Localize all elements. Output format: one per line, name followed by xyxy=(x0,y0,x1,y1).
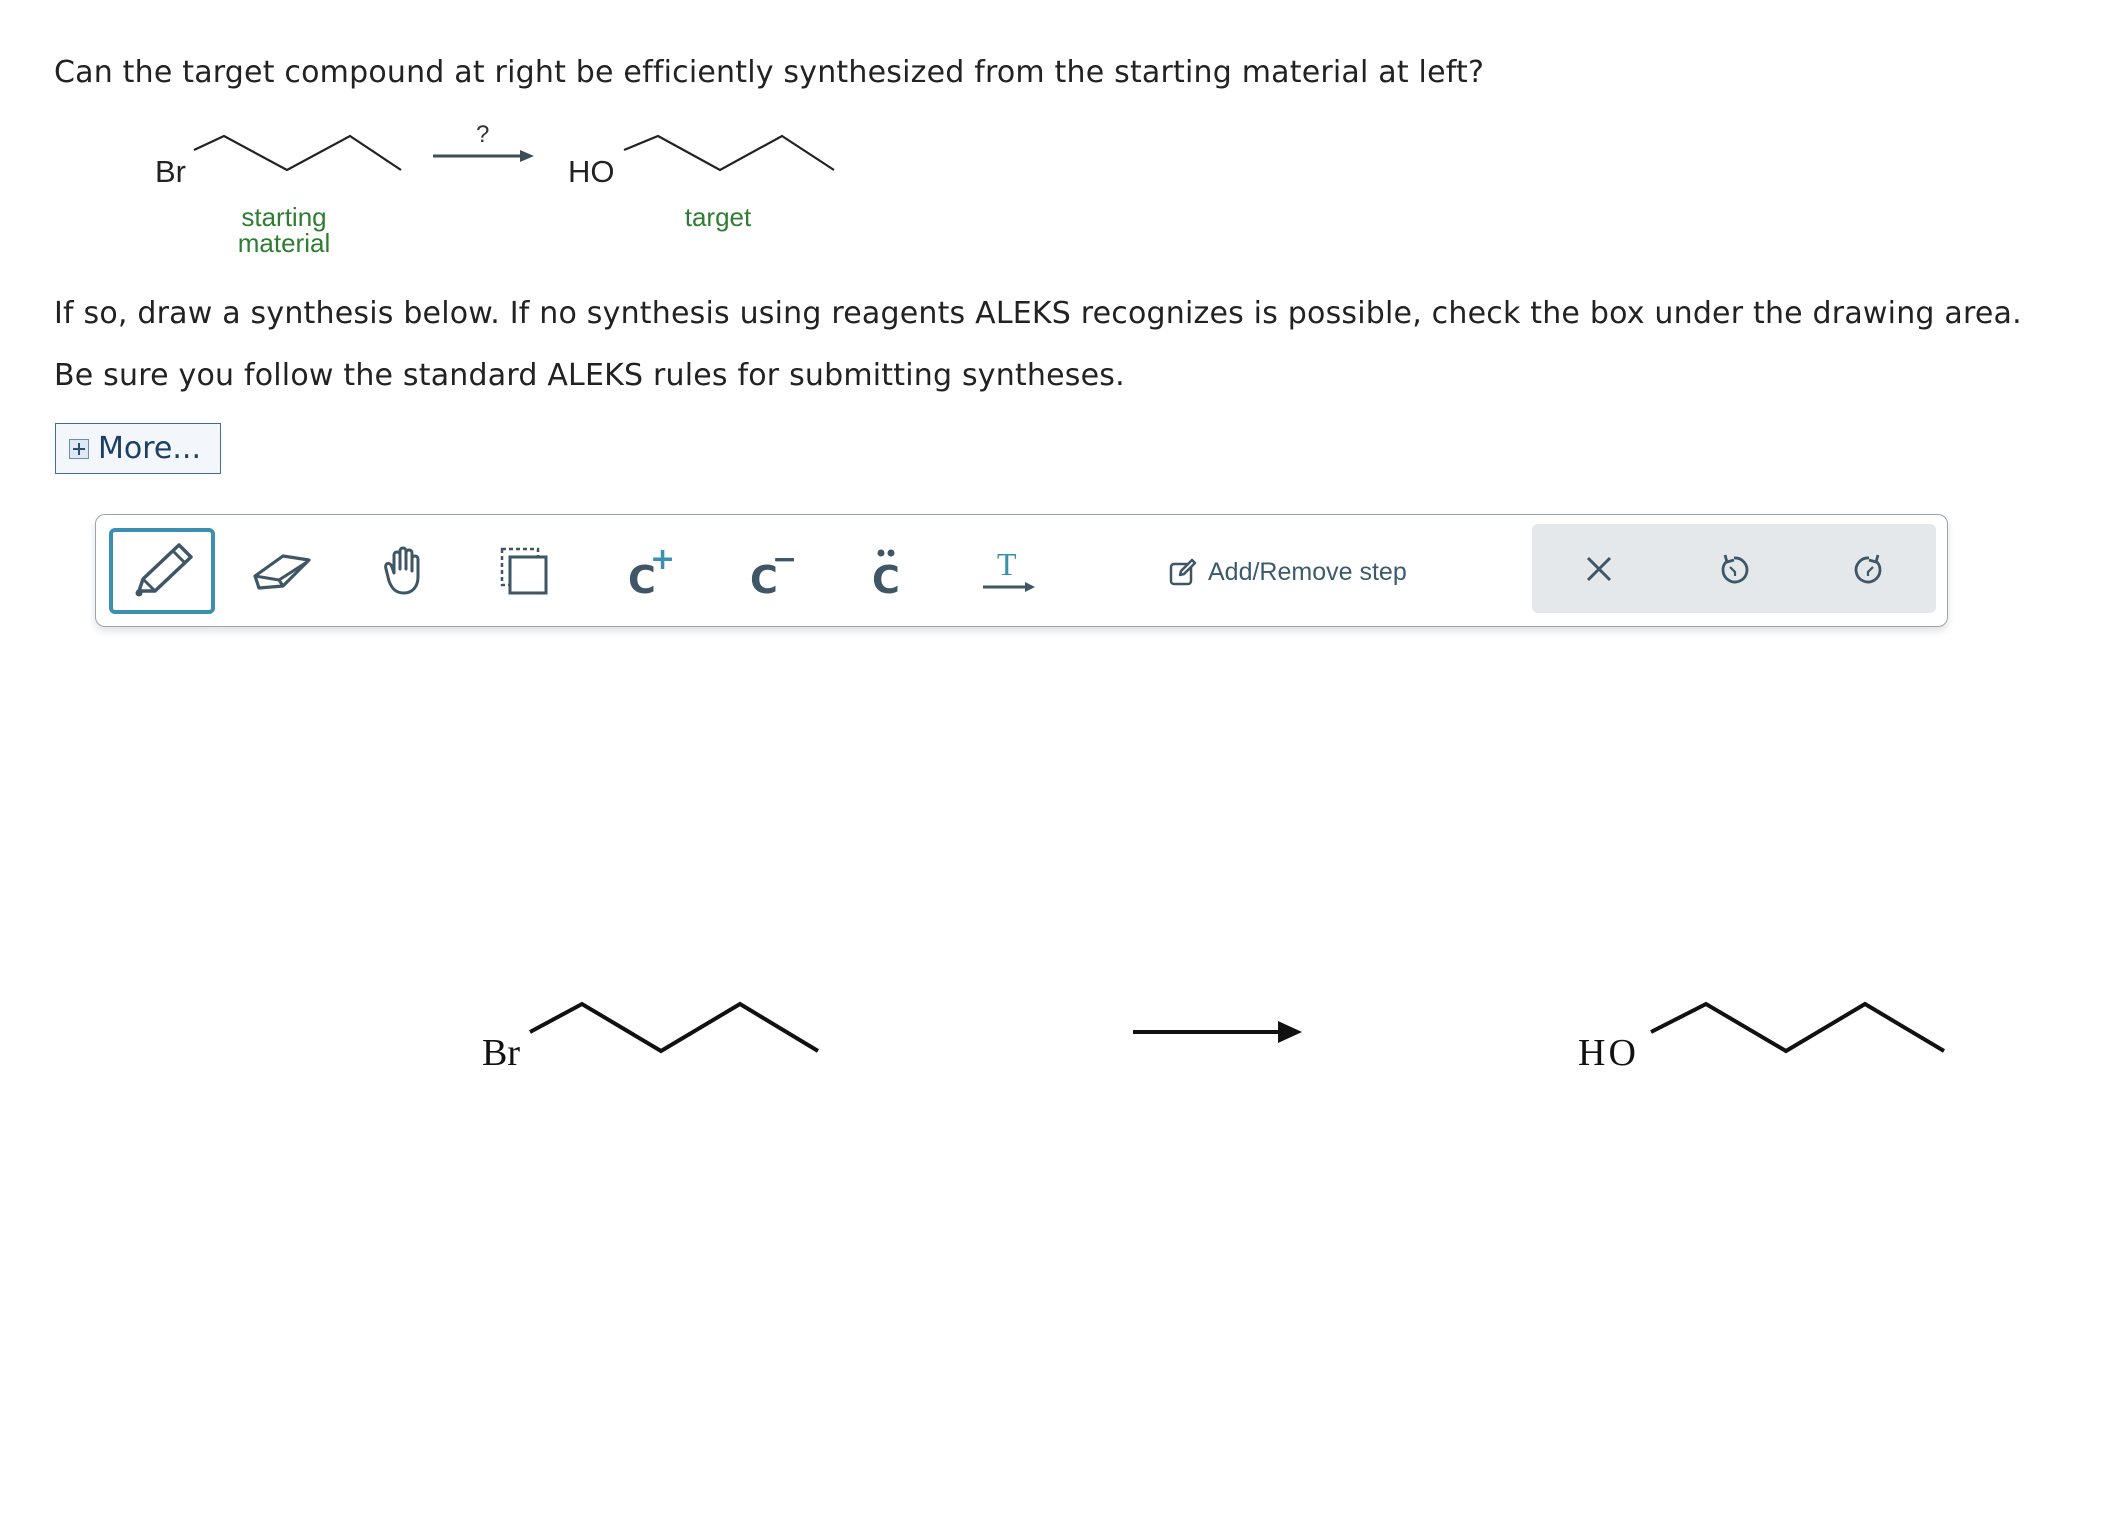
hand-icon xyxy=(384,546,420,595)
more-button-label: More... xyxy=(98,431,201,466)
hand-tool[interactable] xyxy=(351,528,457,614)
carbocation-tool[interactable]: C + xyxy=(593,528,699,614)
target-atom-label: HO xyxy=(568,154,615,189)
svg-text:T: T xyxy=(997,546,1017,582)
more-button[interactable]: More... xyxy=(55,423,221,474)
canvas-target-skeleton[interactable] xyxy=(1650,1001,1946,1054)
start-caption-line2: material xyxy=(238,228,330,258)
clear-icon xyxy=(1586,556,1612,581)
select-tool[interactable] xyxy=(471,528,577,614)
svg-text:−: − xyxy=(772,542,797,577)
lone-pair-tool[interactable]: C xyxy=(834,528,940,614)
history-actions xyxy=(1532,524,1936,613)
eraser-tool[interactable] xyxy=(229,528,335,614)
edit-icon xyxy=(1169,558,1197,586)
redo-button[interactable] xyxy=(1802,524,1936,613)
undo-icon xyxy=(1721,554,1749,583)
arrow-label: ? xyxy=(476,121,489,148)
drawing-toolbar: C + C − C T Add/Remove step xyxy=(95,514,1948,627)
eraser-icon xyxy=(253,554,311,590)
canvas-arrowhead xyxy=(1278,1021,1302,1043)
reaction-text-icon: T xyxy=(983,546,1035,592)
clear-button[interactable] xyxy=(1532,524,1666,613)
rules-text: Be sure you follow the standard ALEKS ru… xyxy=(54,358,1125,393)
carbocation-icon: C + xyxy=(628,542,675,601)
target-caption: target xyxy=(685,202,752,232)
target-skeleton xyxy=(623,134,835,172)
canvas-target-atom: HO xyxy=(1578,1032,1639,1074)
add-remove-step-button[interactable]: Add/Remove step xyxy=(1168,549,1407,595)
canvas-start-skeleton[interactable] xyxy=(529,1001,820,1054)
add-remove-step-label: Add/Remove step xyxy=(1208,557,1407,586)
instructions-text: If so, draw a synthesis below. If no syn… xyxy=(54,296,2022,331)
redo-icon xyxy=(1854,554,1882,583)
pencil-tool[interactable] xyxy=(109,528,215,614)
pencil-icon xyxy=(135,543,193,597)
selection-box-icon xyxy=(500,547,548,595)
start-atom-label: Br xyxy=(155,154,186,189)
canvas-start-atom: Br xyxy=(482,1032,520,1074)
reaction-preview: Br ? HO starting material target xyxy=(155,121,835,258)
lone-pair-icon: C xyxy=(872,549,900,601)
carbanion-tool[interactable]: C − xyxy=(715,528,821,614)
reaction-text-tool[interactable]: T xyxy=(956,528,1062,614)
expand-plus-icon xyxy=(69,438,89,459)
svg-text:C: C xyxy=(872,558,900,601)
drawing-canvas[interactable]: Br HO xyxy=(0,640,2110,1536)
svg-text:+: + xyxy=(650,542,675,577)
undo-button[interactable] xyxy=(1667,524,1801,613)
carbanion-icon: C − xyxy=(750,542,797,601)
start-skeleton xyxy=(193,134,402,172)
preview-arrowhead xyxy=(520,150,534,162)
